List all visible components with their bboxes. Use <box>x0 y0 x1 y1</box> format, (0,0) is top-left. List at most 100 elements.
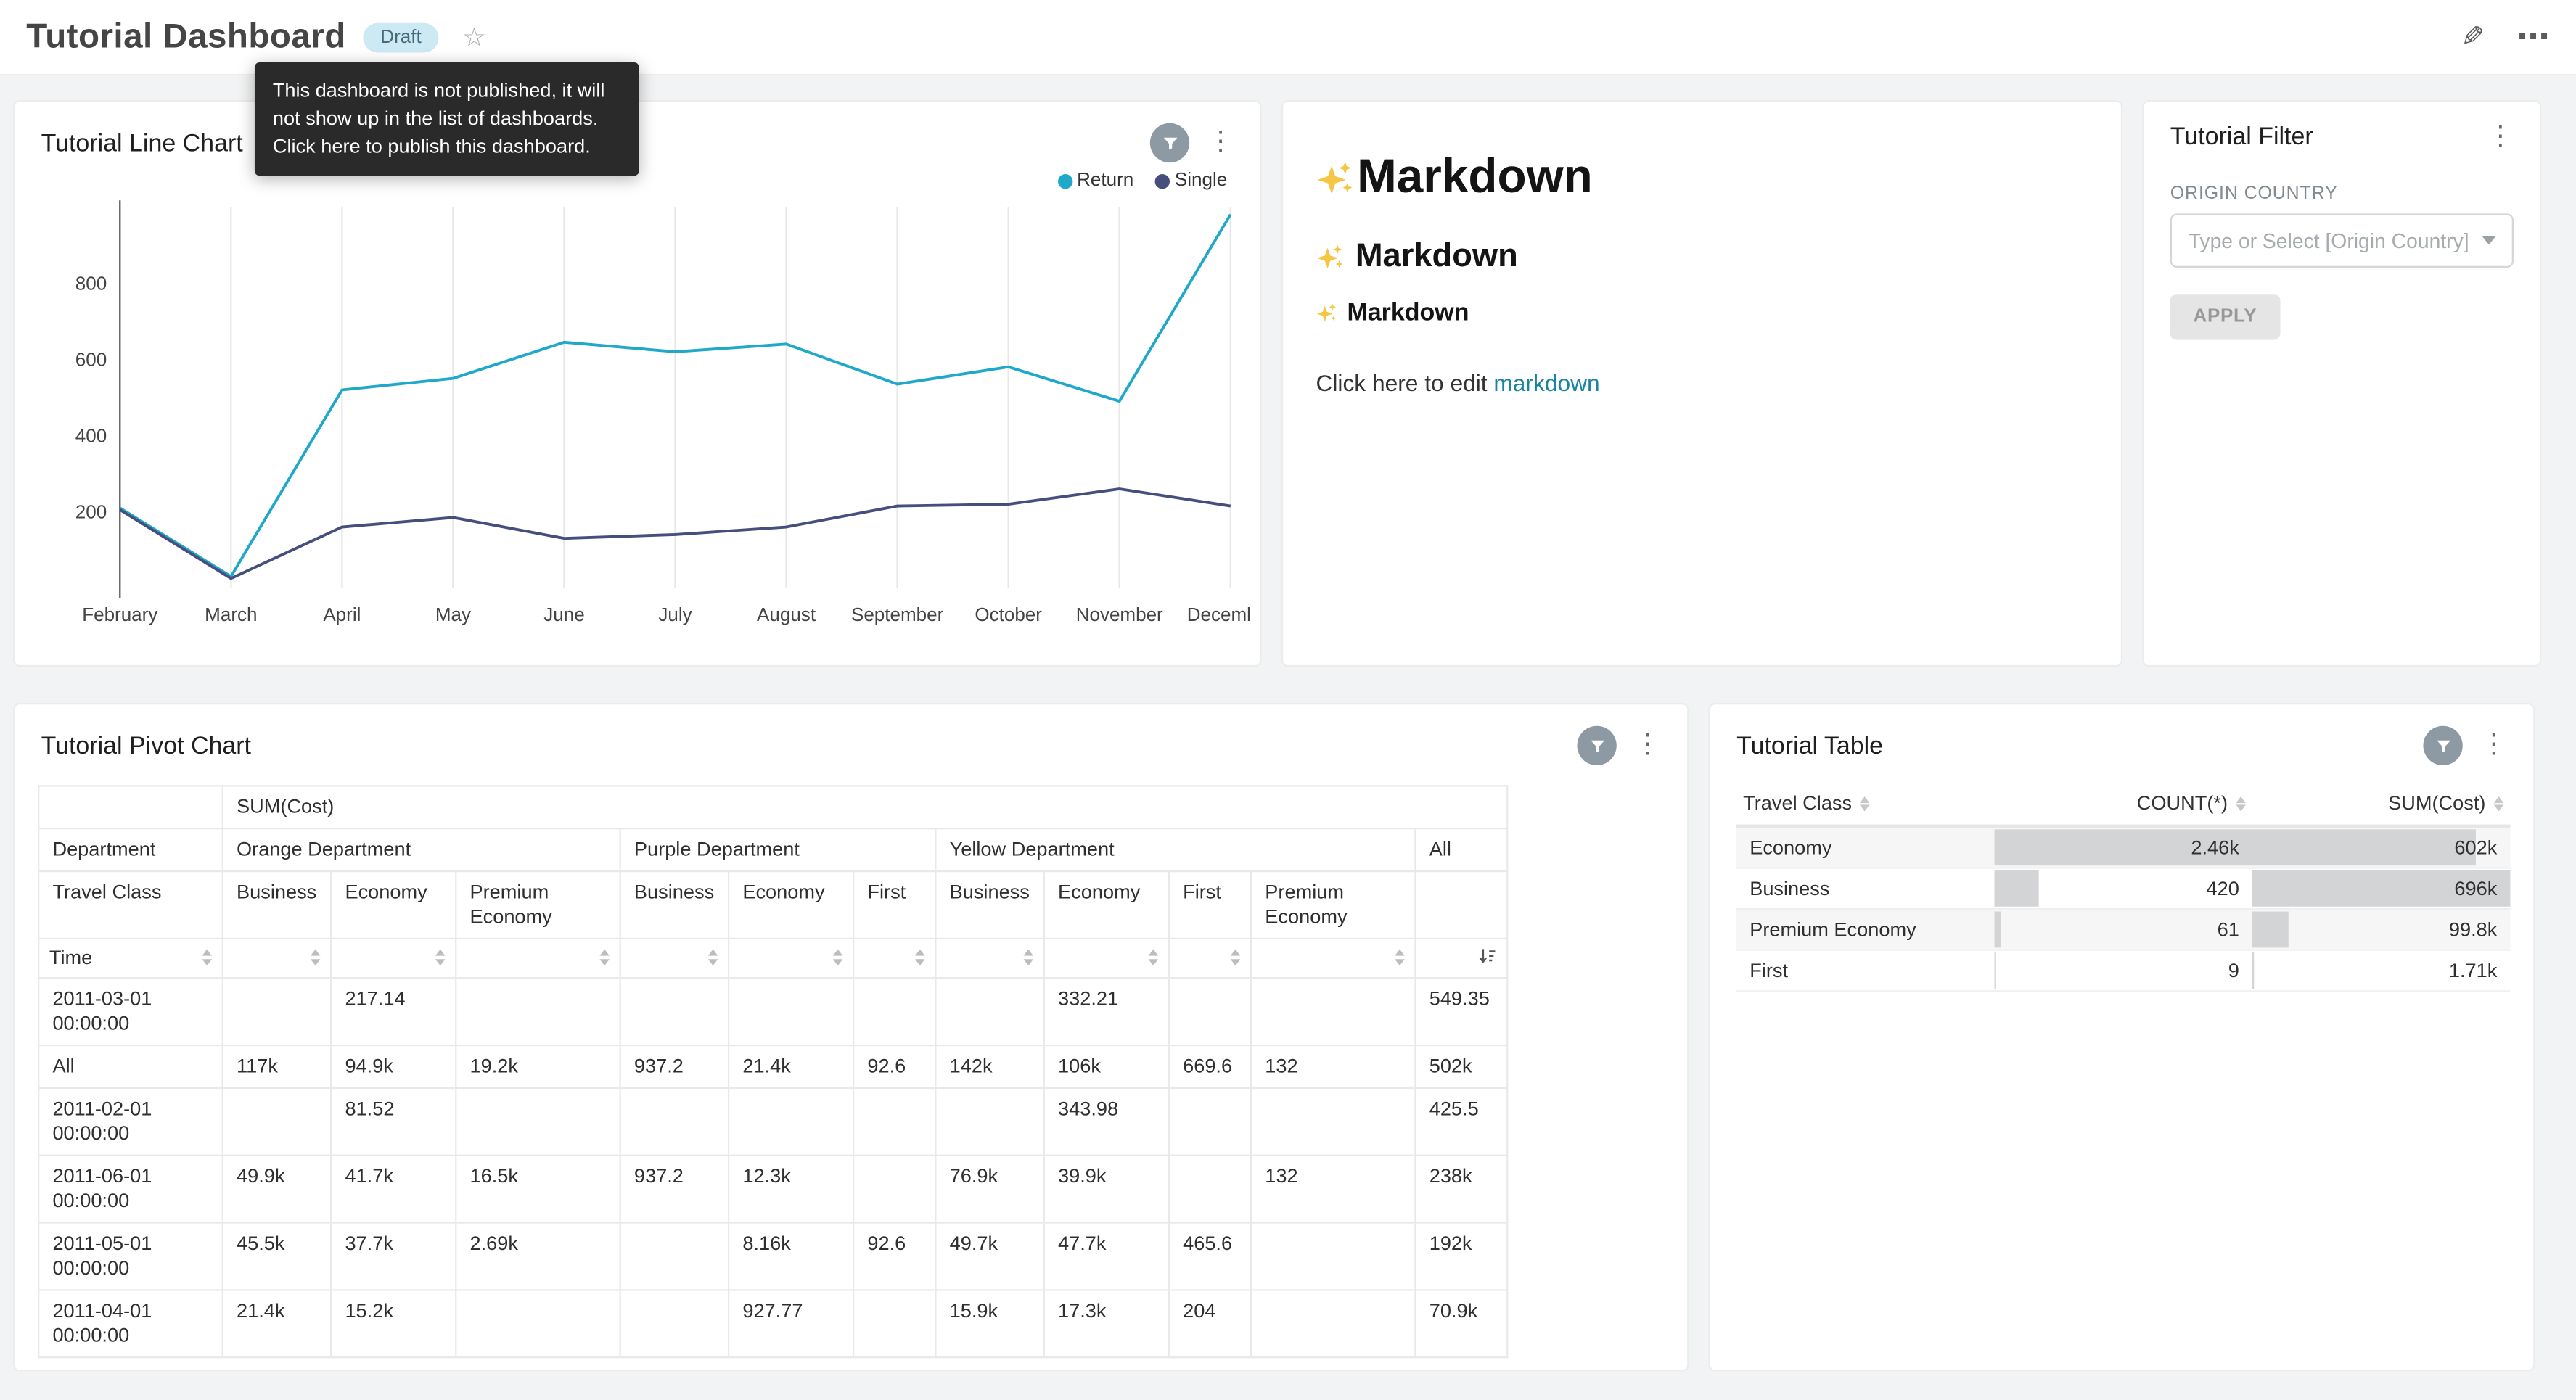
favorite-star-icon[interactable]: ☆ <box>462 20 485 53</box>
markdown-h1: Markdown <box>1316 151 2088 205</box>
data-table: Travel ClassCOUNT(*)SUM(Cost)Economy2.46… <box>1736 782 2510 992</box>
legend-dot-single <box>1155 173 1170 188</box>
pivot-sort-cell <box>456 939 620 978</box>
pivot-class-header: Premium Economy <box>1251 871 1415 939</box>
edit-pencil-icon[interactable]: ✎ <box>2461 20 2484 53</box>
sort-icon[interactable] <box>1395 950 1405 966</box>
markdown-card: Markdown Markdown Markdown Click here to… <box>1281 100 2122 667</box>
pivot-time-label: Time <box>38 939 223 978</box>
count-bar <box>1995 870 2038 907</box>
pivot-cell <box>853 1088 935 1156</box>
pivot-cell: 49.7k <box>935 1223 1043 1290</box>
pivot-row-header: 2011-05-01 00:00:00 <box>38 1223 223 1290</box>
markdown-paragraph: Click here to edit markdown <box>1316 369 2088 395</box>
sort-desc-icon[interactable] <box>1479 947 1497 965</box>
pivot-department-label: Department <box>38 828 223 871</box>
travel-class-cell: Business <box>1736 868 1994 910</box>
pivot-cell <box>1169 1088 1251 1156</box>
sort-icon[interactable] <box>1023 950 1033 966</box>
pivot-table: SUM(Cost)DepartmentOrange DepartmentPurp… <box>38 785 1508 1358</box>
pivot-class-header: Business <box>223 871 331 939</box>
table-row: Economy2.46k602k <box>1736 826 2510 868</box>
table-column-header[interactable]: Travel Class <box>1736 782 1994 826</box>
kebab-menu-icon[interactable]: ⋮ <box>2481 733 2507 759</box>
pivot-class-header: Business <box>620 871 729 939</box>
draft-badge[interactable]: Draft <box>362 22 439 52</box>
chart-legend: Return Single <box>1057 170 1227 190</box>
sort-icon[interactable] <box>708 950 718 966</box>
svg-text:September: September <box>851 604 944 625</box>
pivot-class-header: Economy <box>729 871 853 939</box>
svg-text:July: July <box>658 604 692 625</box>
origin-country-select[interactable]: Type or Select [Origin Country] <box>2170 213 2514 268</box>
pivot-cell <box>853 1156 935 1223</box>
pivot-cell: 16.5k <box>456 1156 620 1223</box>
apply-button[interactable]: APPLY <box>2170 294 2280 339</box>
markdown-h1-text: Markdown <box>1357 151 1593 205</box>
pivot-data-row: 2011-05-01 00:00:0045.5k37.7k2.69k8.16k9… <box>38 1223 1507 1290</box>
sort-icon[interactable] <box>1231 950 1241 966</box>
table-column-header[interactable]: COUNT(*) <box>1995 782 2252 826</box>
pivot-row-header: All <box>38 1045 223 1088</box>
sum-cell: 1.71k <box>2252 950 2510 992</box>
pivot-sort-cell <box>223 939 331 978</box>
pivot-cell <box>1251 1290 1415 1357</box>
sort-icon[interactable] <box>435 950 446 966</box>
pivot-cell <box>935 978 1043 1045</box>
pivot-cell: 92.6 <box>853 1223 935 1290</box>
svg-text:800: 800 <box>75 272 107 294</box>
pivot-cell <box>853 1290 935 1357</box>
pivot-cell: 669.6 <box>1169 1045 1251 1088</box>
svg-text:February: February <box>82 604 157 625</box>
filter-indicator-icon[interactable] <box>2423 726 2462 765</box>
pivot-chart-title: Tutorial Pivot Chart <box>41 732 251 759</box>
filter-card: Tutorial Filter ⋮ ORIGIN COUNTRY Type or… <box>2142 100 2541 667</box>
count-cell: 420 <box>1995 868 2252 910</box>
pivot-cell: 37.7k <box>331 1223 456 1290</box>
pivot-cell <box>456 978 620 1045</box>
pivot-cell: 192k <box>1415 1223 1507 1290</box>
pivot-cell <box>853 978 935 1045</box>
pivot-cell: 70.9k <box>1415 1290 1507 1357</box>
pivot-cell: 2.69k <box>456 1223 620 1290</box>
filter-indicator-icon[interactable] <box>1150 123 1189 162</box>
line-chart[interactable]: 200400600800FebruaryMarchAprilMayJuneJul… <box>28 197 1250 664</box>
sort-icon[interactable] <box>599 950 610 966</box>
sort-icon[interactable] <box>202 950 212 966</box>
travel-class-cell: First <box>1736 950 1994 992</box>
pivot-sort-cell <box>1415 939 1507 978</box>
pivot-sort-cell <box>729 939 853 978</box>
publish-tooltip[interactable]: This dashboard is not published, it will… <box>255 62 639 176</box>
legend-item-return[interactable]: Return <box>1057 170 1133 190</box>
table-column-header[interactable]: SUM(Cost) <box>2252 782 2510 826</box>
origin-country-label: ORIGIN COUNTRY <box>2170 184 2514 204</box>
table-chart-card: Tutorial Table ⋮ Travel ClassCOUNT(*)SUM… <box>1709 703 2535 1371</box>
pivot-cell: 17.3k <box>1044 1290 1169 1357</box>
sort-carets-icon <box>1860 797 1870 812</box>
sort-icon[interactable] <box>1149 950 1159 966</box>
sort-icon[interactable] <box>915 950 925 966</box>
svg-text:April: April <box>323 604 361 625</box>
pivot-cell: 425.5 <box>1415 1088 1507 1156</box>
sort-icon[interactable] <box>311 950 321 966</box>
pivot-cell: 106k <box>1044 1045 1169 1088</box>
markdown-edit-link[interactable]: markdown <box>1493 369 1599 395</box>
markdown-h2-text: Markdown <box>1355 238 1518 276</box>
pivot-metric-header: SUM(Cost) <box>223 786 1508 828</box>
kebab-menu-icon[interactable]: ⋮ <box>2487 124 2514 150</box>
filter-indicator-icon[interactable] <box>1577 726 1616 765</box>
sort-icon[interactable] <box>833 950 843 966</box>
pivot-chart-card: Tutorial Pivot Chart ⋮ SUM(Cost)Departme… <box>13 703 1689 1371</box>
svg-text:May: May <box>435 604 471 625</box>
kebab-menu-icon[interactable]: ⋮ <box>1635 733 1661 759</box>
kebab-menu-icon[interactable]: ⋮ <box>1207 130 1234 156</box>
pivot-data-row: 2011-06-01 00:00:0049.9k41.7k16.5k937.21… <box>38 1156 1507 1223</box>
pivot-cell <box>620 1223 729 1290</box>
legend-item-single[interactable]: Single <box>1155 170 1228 190</box>
pivot-cell: 937.2 <box>620 1045 729 1088</box>
pivot-metric-row: SUM(Cost) <box>38 786 1507 828</box>
pivot-cell: 937.2 <box>620 1156 729 1223</box>
legend-dot-return <box>1057 173 1072 188</box>
more-options-icon[interactable]: ⋯ <box>2516 17 2549 58</box>
pivot-cell: 117k <box>223 1045 331 1088</box>
